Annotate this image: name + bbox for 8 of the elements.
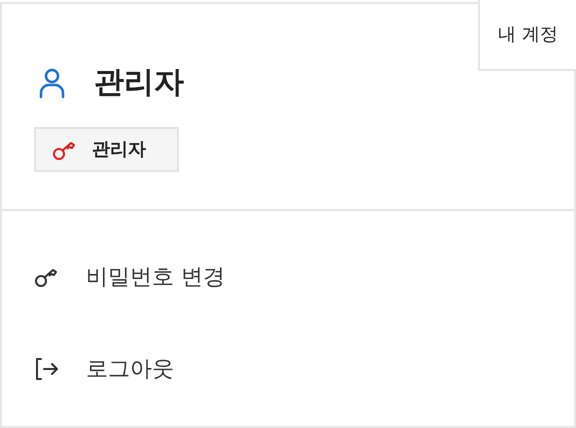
logout-icon	[34, 356, 60, 382]
menu-item[interactable]: 로그아웃	[2, 343, 574, 395]
role-label: 관리자	[92, 138, 146, 162]
key-icon	[34, 266, 60, 288]
user-icon	[38, 66, 66, 98]
account-tab[interactable]: 내 계정	[478, 0, 576, 71]
user-name: 관리자	[94, 64, 184, 102]
menu-item[interactable]: 비밀번호 변경	[2, 251, 574, 303]
